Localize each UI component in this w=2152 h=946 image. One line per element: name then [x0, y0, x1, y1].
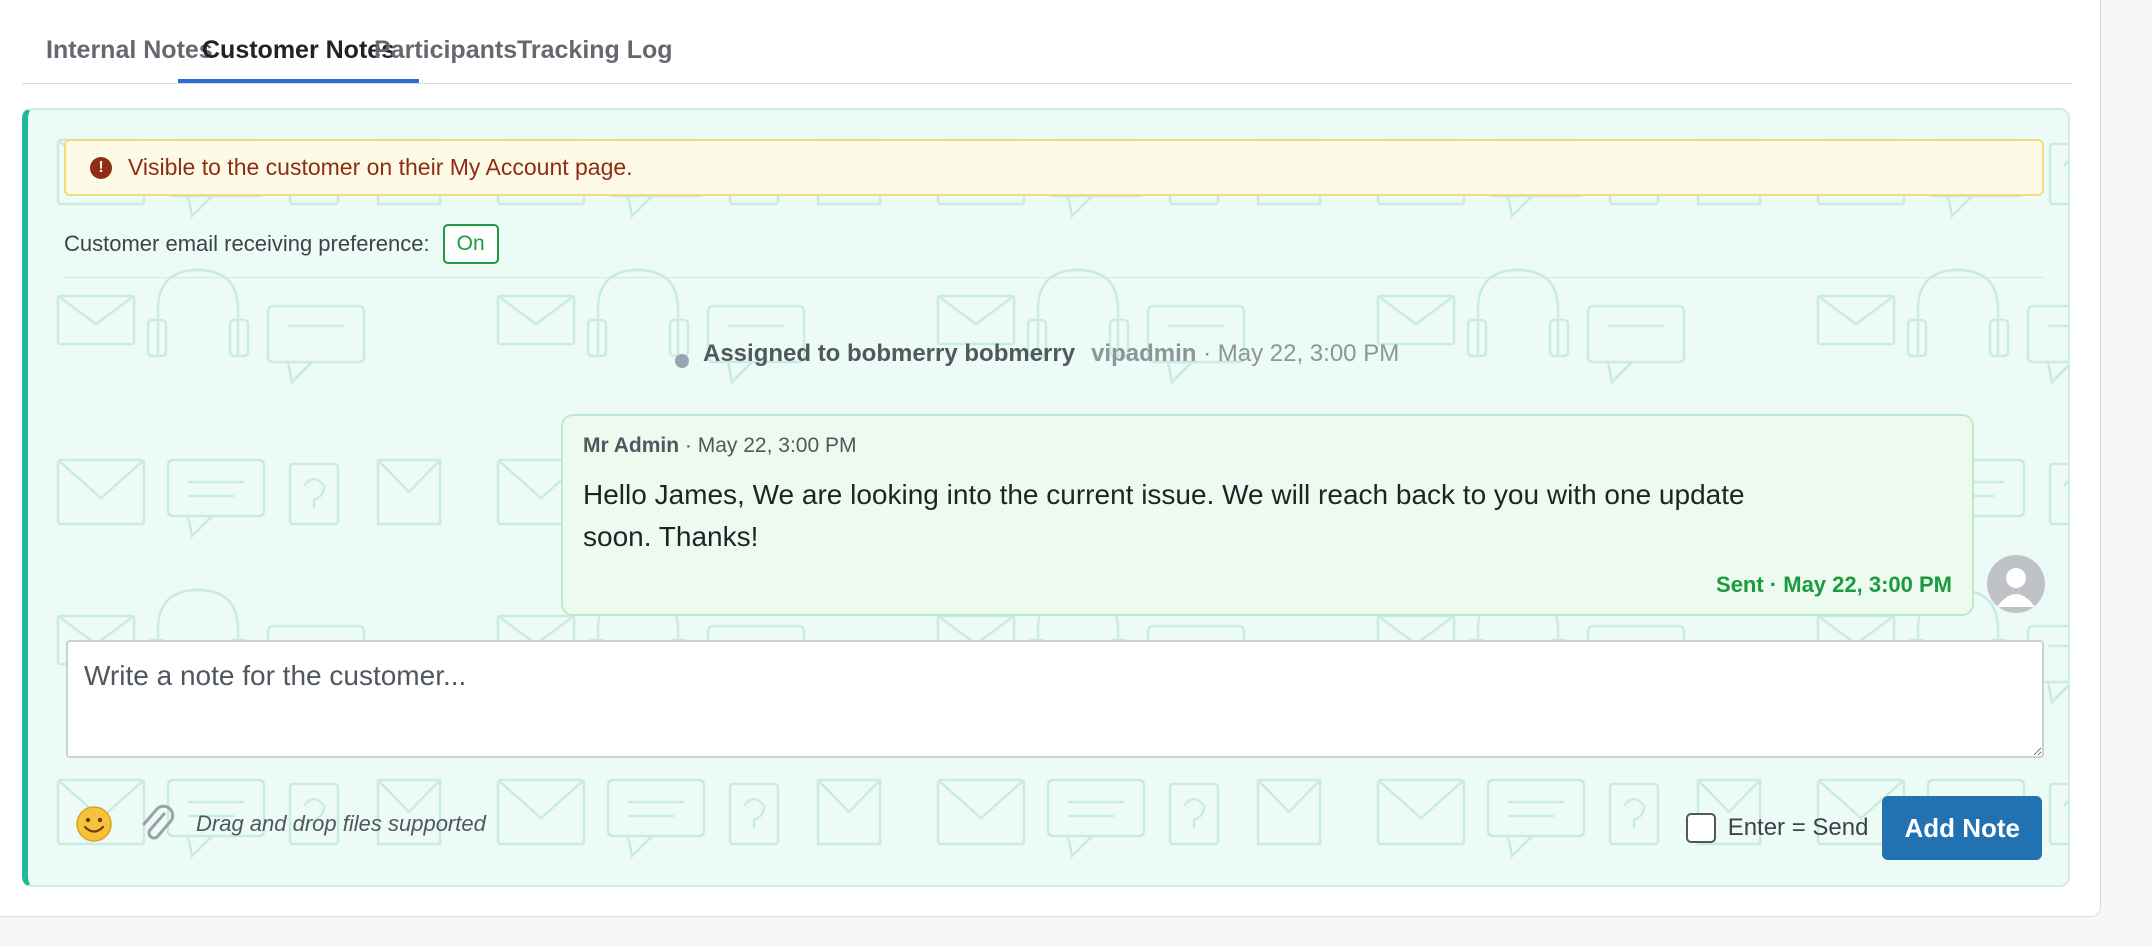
customer-notes-panel: ! Visible to the customer on their My Ac… — [22, 108, 2070, 887]
emoji-icon[interactable] — [72, 802, 116, 846]
drag-drop-hint: Drag and drop files supported — [196, 811, 486, 836]
message-status: Sent · May 22, 3:00 PM — [1716, 572, 1952, 597]
avatar — [1987, 555, 2045, 613]
event-user: vipadmin — [1091, 340, 1197, 367]
composer-actions: Enter = Send Add Note — [1685, 796, 2042, 860]
visibility-notice: ! Visible to the customer on their My Ac… — [64, 139, 2044, 196]
notice-text: Visible to the customer on their My Acco… — [128, 154, 633, 180]
add-note-button[interactable]: Add Note — [1882, 796, 2042, 860]
email-preference: Customer email receiving preference: On — [64, 224, 499, 264]
notes-card: Internal Notes Customer Notes Participan… — [0, 0, 2101, 917]
email-preference-label: Customer email receiving preference: — [64, 231, 430, 256]
email-preference-badge: On — [442, 224, 499, 264]
message-body: Hello James, We are looking into the cur… — [583, 479, 1745, 552]
tab-tracking-log[interactable]: Tracking Log — [493, 30, 697, 83]
message-meta: Mr Admin · May 22, 3:00 PM — [583, 434, 856, 458]
divider — [64, 277, 2044, 278]
event-text: Assigned to bobmerry bobmerry — [703, 340, 1076, 367]
message-bubble: Mr Admin · May 22, 3:00 PM Hello James, … — [561, 414, 1974, 616]
tab-bar: Internal Notes Customer Notes Participan… — [22, 0, 2072, 84]
assignment-event: Assigned to bobmerry bobmerry vipadmin ·… — [675, 338, 1399, 370]
attachment-icon[interactable] — [136, 802, 178, 846]
enter-send-checkbox[interactable] — [1685, 813, 1716, 843]
event-dot-icon — [675, 354, 689, 368]
composer-tools: Drag and drop files supported — [72, 801, 486, 847]
user-avatar-icon — [1997, 568, 2035, 607]
message-author: Mr Admin — [583, 434, 680, 457]
message-time: · May 22, 3:00 PM — [684, 434, 857, 457]
event-time: · May 22, 3:00 PM — [1196, 340, 1399, 368]
enter-send-label[interactable]: Enter = Send — [1728, 814, 1869, 842]
customer-note-input[interactable] — [66, 640, 2044, 758]
exclamation-circle-icon: ! — [90, 156, 112, 179]
event-timestamp: · May 22, 3:00 PM — [1203, 340, 1400, 367]
